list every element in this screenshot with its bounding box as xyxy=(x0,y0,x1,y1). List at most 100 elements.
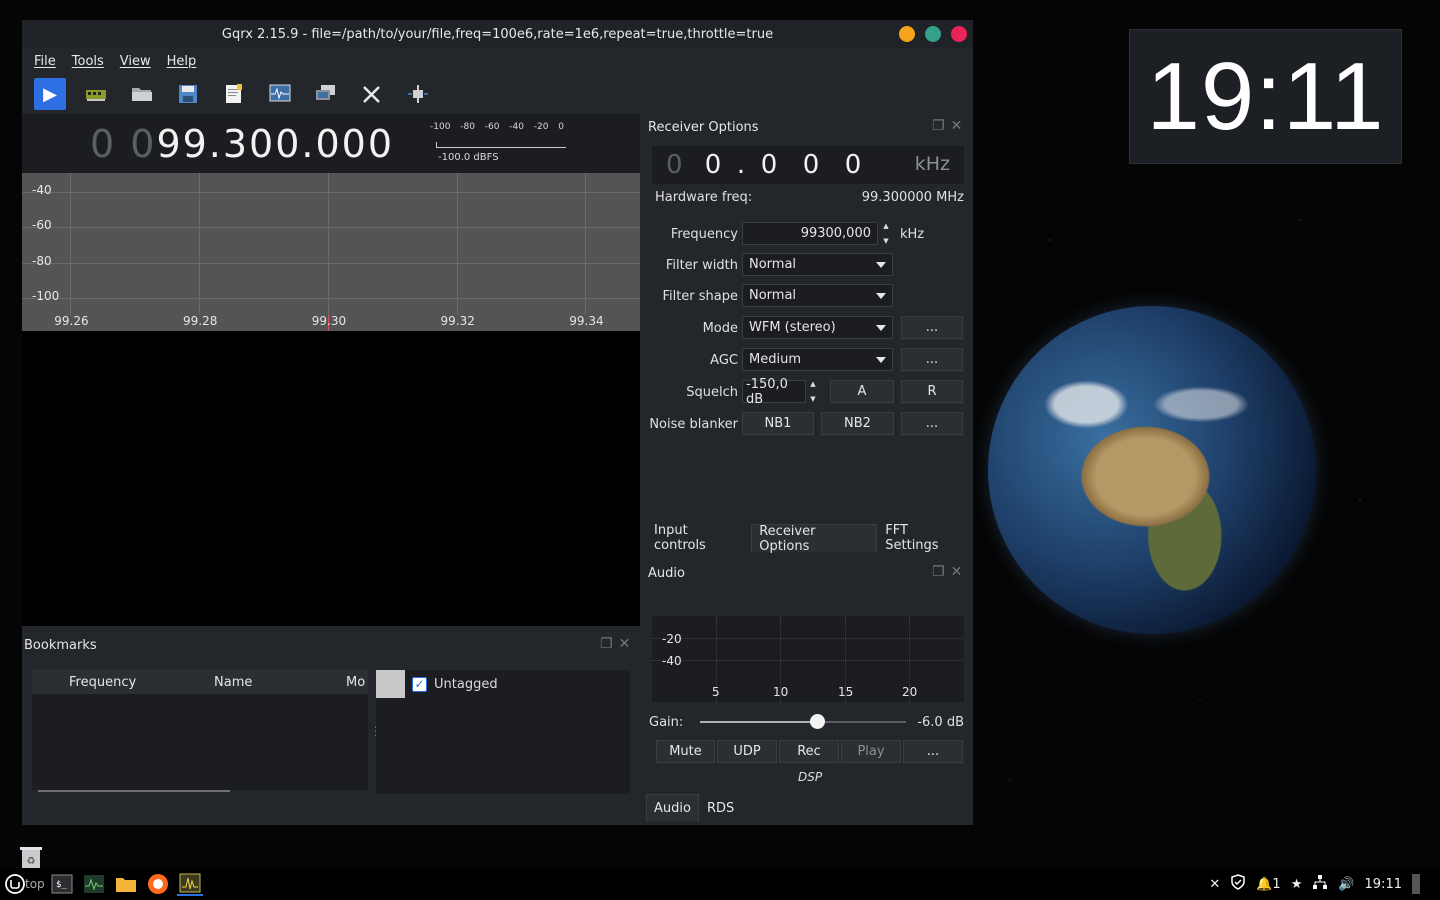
udp-button[interactable]: UDP xyxy=(717,740,777,763)
float-icon[interactable]: ❐ xyxy=(600,636,613,652)
up-arrow-icon[interactable]: ▲ xyxy=(810,380,815,388)
column-mode[interactable]: Mo xyxy=(346,675,368,690)
mode-select[interactable]: WFM (stereo) xyxy=(742,316,893,339)
menu-view[interactable]: View xyxy=(120,54,151,69)
grid-line xyxy=(22,227,640,229)
frequency-spinner[interactable]: ▲ ▼ xyxy=(879,222,893,245)
frequency-input[interactable]: 99300,000 xyxy=(742,222,878,245)
notifications-icon[interactable]: 🔔1 xyxy=(1256,877,1280,892)
bookmarks-table[interactable]: Frequency Name Mo xyxy=(32,670,368,792)
agc-options-button[interactable]: ... xyxy=(901,348,963,371)
menu-icon[interactable] xyxy=(3,872,27,896)
record-button[interactable]: Rec xyxy=(779,740,839,763)
noise-blanker-options-button[interactable]: ... xyxy=(901,412,963,435)
system-monitor-icon[interactable] xyxy=(81,872,107,896)
hardware-button[interactable] xyxy=(80,78,112,110)
minimize-button[interactable] xyxy=(899,26,915,42)
gain-slider[interactable] xyxy=(700,714,906,729)
filter-shape-select[interactable]: Normal xyxy=(742,284,893,307)
gain-value: -6.0 dB xyxy=(917,715,964,730)
firefox-icon[interactable] xyxy=(145,872,171,896)
audio-dock-buttons: ❐ ✕ xyxy=(932,564,962,580)
play-icon: ▶ xyxy=(43,83,57,105)
smeter-tick: -60 xyxy=(484,122,500,132)
filter-width-select[interactable]: Normal xyxy=(742,253,893,276)
network-icon[interactable] xyxy=(1312,874,1328,894)
audio-y-tick: -20 xyxy=(662,632,682,646)
column-name[interactable]: Name xyxy=(210,675,346,690)
close-icon[interactable]: ✕ xyxy=(951,118,963,134)
tab-input-controls[interactable]: Input controls xyxy=(646,523,751,553)
column-frequency[interactable]: Frequency xyxy=(32,675,210,690)
menu-tools[interactable]: Tools xyxy=(72,54,104,69)
squelch-reset-button[interactable]: R xyxy=(901,380,963,403)
center-icon xyxy=(408,85,428,103)
tag-label: Untagged xyxy=(434,677,498,692)
down-arrow-icon[interactable]: ▼ xyxy=(810,395,815,403)
menu-file[interactable]: File xyxy=(34,54,56,69)
chevron-down-icon xyxy=(876,262,886,268)
desktop-clock: 19:11 xyxy=(1129,29,1402,164)
menu-help[interactable]: Help xyxy=(167,54,197,69)
settings-button[interactable] xyxy=(356,78,388,110)
files-icon[interactable] xyxy=(113,872,139,896)
shield-icon[interactable] xyxy=(1230,874,1246,894)
waterfall-button[interactable] xyxy=(264,78,296,110)
smeter-tick: 0 xyxy=(558,122,564,132)
remote-control-button[interactable] xyxy=(310,78,342,110)
frequency-display[interactable]: 0 099.300.000 xyxy=(90,122,394,166)
tab-fft-settings[interactable]: FFT Settings xyxy=(877,523,973,553)
audio-fft-plot[interactable]: -20 -40 5 10 15 20 xyxy=(652,616,964,702)
center-button[interactable] xyxy=(402,78,434,110)
svg-text:$_: $_ xyxy=(56,880,67,890)
squelch-auto-button[interactable]: A xyxy=(830,380,894,403)
terminal-icon[interactable]: $_ xyxy=(49,872,75,896)
gqrx-taskbar-icon[interactable] xyxy=(177,872,203,896)
title-bar[interactable]: Gqrx 2.15.9 - file=/path/to/your/file,fr… xyxy=(22,20,973,48)
load-settings-button[interactable] xyxy=(218,78,250,110)
audio-dock-tabs: Audio RDS xyxy=(646,794,742,822)
close-icon[interactable]: ✕ xyxy=(1209,877,1220,892)
spectrum-plot[interactable]: 99.26 99.28 99.30 99.32 99.34 -40 -60 -80 -100 xyxy=(22,173,640,331)
squelch-value: -150,0 dB xyxy=(746,376,788,407)
audio-options-button[interactable]: ... xyxy=(903,740,963,763)
mode-options-button[interactable]: ... xyxy=(901,316,963,339)
nb2-button[interactable]: NB2 xyxy=(821,412,894,435)
maximize-button[interactable] xyxy=(925,26,941,42)
tag-checkbox[interactable]: ✓ xyxy=(412,677,427,692)
agc-select[interactable]: Medium xyxy=(742,348,893,371)
play-button[interactable]: ▶ xyxy=(34,78,66,110)
squelch-input[interactable]: -150,0 dB xyxy=(742,377,806,407)
nb1-button[interactable]: NB1 xyxy=(742,412,814,435)
down-arrow-icon[interactable]: ▼ xyxy=(883,237,888,245)
gain-slider-handle[interactable] xyxy=(810,714,826,729)
tray-clock[interactable]: 19:11 xyxy=(1365,877,1402,892)
tag-color-swatch[interactable] xyxy=(376,670,405,698)
receiver-options-title: Receiver Options xyxy=(648,120,759,135)
up-arrow-icon[interactable]: ▲ xyxy=(883,222,888,230)
float-icon[interactable]: ❐ xyxy=(932,564,945,580)
save-button[interactable] xyxy=(172,78,204,110)
audio-x-tick: 10 xyxy=(773,685,789,699)
filter-offset-display[interactable]: 0 0 . 0 0 0 kHz xyxy=(652,146,964,184)
star-icon[interactable]: ★ xyxy=(1291,877,1303,892)
float-icon[interactable]: ❐ xyxy=(932,118,945,134)
play-audio-button[interactable]: Play xyxy=(841,740,901,763)
tab-audio[interactable]: Audio xyxy=(646,794,699,822)
horizontal-scrollbar[interactable] xyxy=(38,790,230,792)
audio-y-tick: -40 xyxy=(662,654,682,668)
close-button[interactable] xyxy=(951,26,967,42)
waterfall-display[interactable] xyxy=(22,331,640,626)
tab-receiver-options[interactable]: Receiver Options xyxy=(751,524,878,554)
signal-meter-reading: -100.0 dBFS xyxy=(438,152,499,163)
squelch-spinner[interactable]: ▲ ▼ xyxy=(806,380,820,403)
open-file-button[interactable] xyxy=(126,78,158,110)
volume-icon[interactable]: 🔊 xyxy=(1338,877,1354,892)
close-icon[interactable]: ✕ xyxy=(951,564,963,580)
tab-rds[interactable]: RDS xyxy=(699,794,742,822)
dsp-label: DSP xyxy=(798,770,823,784)
show-desktop-button[interactable] xyxy=(1412,874,1420,894)
grid-line xyxy=(22,262,640,264)
mute-button[interactable]: Mute xyxy=(656,740,715,763)
close-icon[interactable]: ✕ xyxy=(619,636,631,652)
